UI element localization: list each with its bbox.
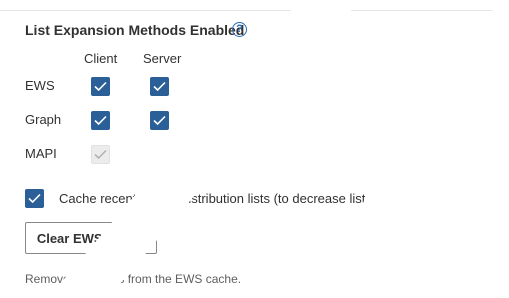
graph-server-checkbox[interactable] bbox=[150, 111, 169, 130]
mapi-client-checkbox bbox=[91, 145, 110, 164]
graph-client-checkbox[interactable] bbox=[91, 111, 110, 130]
checkmark-icon bbox=[153, 115, 166, 126]
ews-server-checkbox[interactable] bbox=[150, 77, 169, 96]
section-title: List Expansion Methods Enabled bbox=[25, 22, 245, 38]
column-header-client: Client bbox=[84, 51, 118, 66]
method-label-graph: Graph bbox=[25, 112, 62, 127]
cache-distribution-lists-label[interactable]: Cache recently used distribution lists (… bbox=[59, 191, 467, 206]
clear-ews-cache-button[interactable]: Clear EWS Cache bbox=[25, 222, 157, 254]
method-label-ews: EWS bbox=[25, 78, 55, 93]
checkmark-icon bbox=[153, 81, 166, 92]
clear-cache-hint: Remove all entries from the EWS cache. bbox=[25, 272, 242, 286]
checkmark-icon bbox=[28, 193, 41, 204]
top-divider bbox=[0, 10, 509, 11]
checkmark-icon bbox=[94, 115, 107, 126]
column-header-server: Server bbox=[143, 51, 182, 66]
ews-client-checkbox[interactable] bbox=[91, 77, 110, 96]
help-circle-icon[interactable]: ? bbox=[232, 22, 247, 37]
cache-distribution-lists-checkbox[interactable] bbox=[25, 189, 44, 208]
checkmark-icon bbox=[94, 149, 107, 160]
checkmark-icon bbox=[94, 81, 107, 92]
method-label-mapi: MAPI bbox=[25, 146, 57, 161]
